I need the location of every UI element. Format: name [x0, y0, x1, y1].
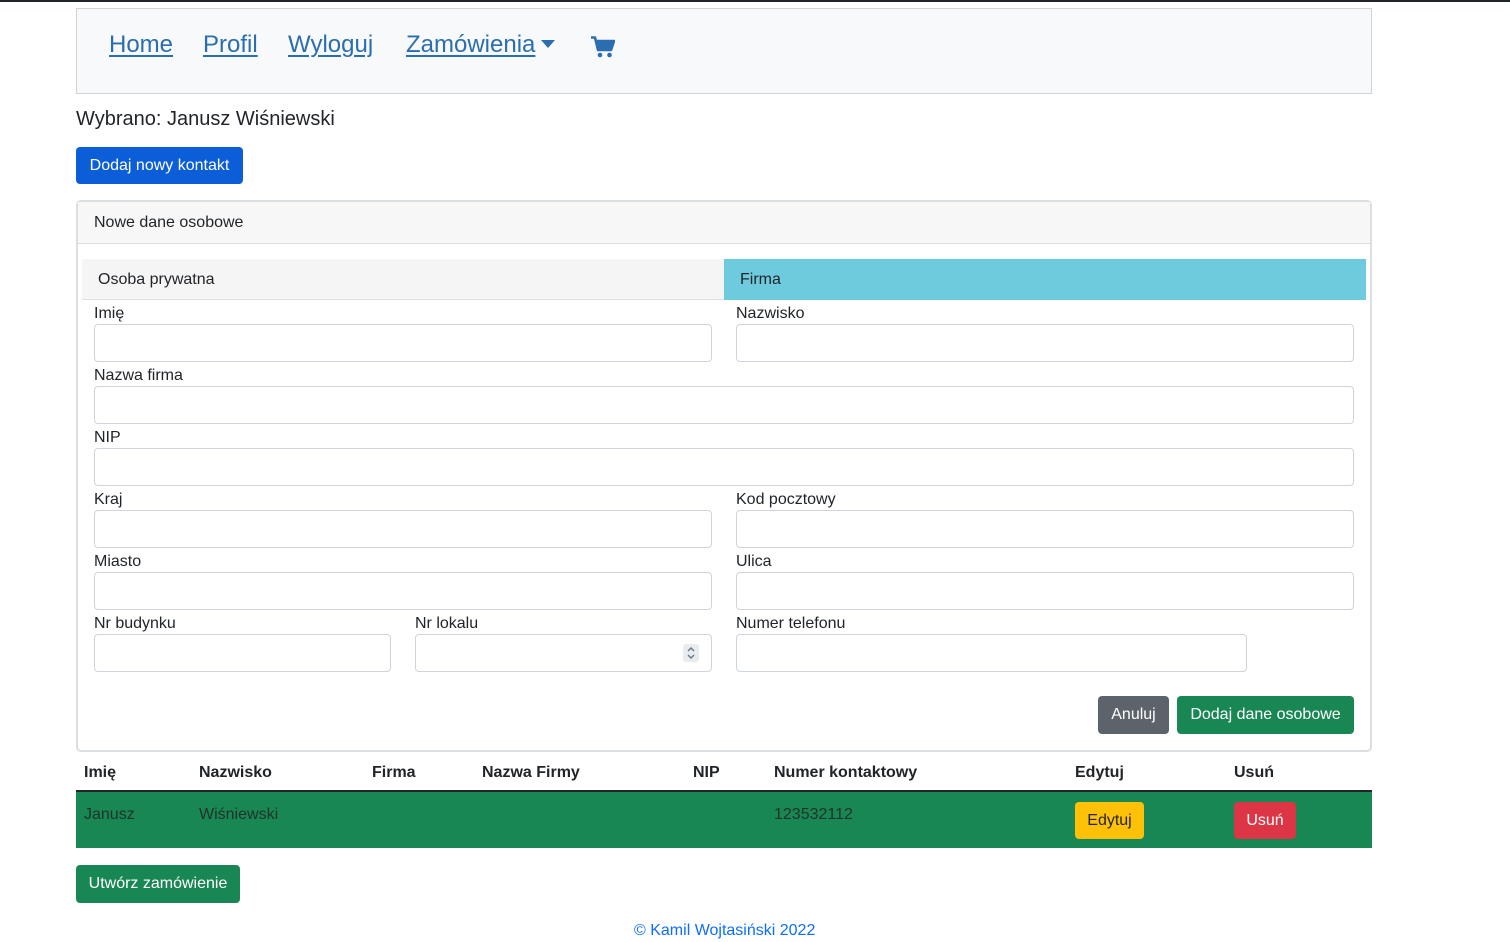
selected-contact-text: Wybrano: Janusz Wiśniewski — [76, 108, 335, 130]
apartment-number-input[interactable] — [415, 634, 712, 672]
edit-button[interactable]: Edytuj — [1075, 802, 1144, 839]
add-personal-data-button[interactable]: Dodaj dane osobowe — [1177, 696, 1354, 734]
caret-down-icon — [541, 40, 556, 48]
cell-phone: 123532112 — [774, 806, 853, 823]
city-input[interactable] — [94, 572, 712, 610]
column-header-company: Firma — [372, 764, 416, 781]
nav-logout-link[interactable]: Wyloguj — [288, 31, 373, 59]
nav-home-link[interactable]: Home — [109, 31, 173, 59]
personal-data-card: Nowe dane osobowe Osoba prywatna Firma I… — [76, 200, 1372, 752]
tab-company-label: Firma — [740, 271, 781, 288]
country-input[interactable] — [94, 510, 712, 548]
column-header-phone: Numer kontaktowy — [774, 764, 918, 781]
city-label: Miasto — [94, 553, 142, 570]
column-header-first-name: Imię — [84, 764, 117, 781]
nip-label: NIP — [94, 429, 121, 446]
card-title: Nowe dane osobowe — [94, 214, 244, 231]
street-input[interactable] — [736, 572, 1354, 610]
nav-orders-dropdown[interactable]: Zamówienia — [406, 31, 556, 59]
cell-last-name: Wiśniewski — [199, 806, 279, 823]
cancel-button[interactable]: Anuluj — [1098, 696, 1169, 734]
column-header-nip: NIP — [693, 764, 720, 781]
last-name-label: Nazwisko — [736, 305, 805, 322]
delete-button[interactable]: Usuń — [1234, 802, 1296, 839]
building-number-input[interactable] — [94, 634, 391, 672]
country-label: Kraj — [94, 491, 123, 508]
card-header: Nowe dane osobowe — [78, 202, 1370, 244]
table-header-row: Imię Nazwisko Firma Nazwa Firmy NIP Nume… — [76, 754, 1372, 792]
nav-profile-link[interactable]: Profil — [203, 31, 258, 59]
postal-code-label: Kod pocztowy — [736, 491, 836, 508]
tab-private-person[interactable]: Osoba prywatna — [82, 259, 724, 300]
column-header-company-name: Nazwa Firmy — [482, 764, 580, 781]
company-name-label: Nazwa firma — [94, 367, 183, 384]
footer-copyright: © Kamil Wojtasiński 2022 — [634, 922, 816, 939]
create-order-button[interactable]: Utwórz zamówienie — [76, 865, 240, 903]
column-header-last-name: Nazwisko — [199, 764, 272, 781]
last-name-input[interactable] — [736, 324, 1354, 362]
apartment-number-label: Nr lokalu — [415, 615, 479, 632]
company-name-input[interactable] — [94, 386, 1354, 424]
phone-input[interactable] — [736, 634, 1247, 672]
street-label: Ulica — [736, 553, 772, 570]
first-name-label: Imię — [94, 305, 125, 322]
postal-code-input[interactable] — [736, 510, 1354, 548]
navbar: Home Profil Wyloguj Zamówienia — [76, 8, 1372, 94]
nip-input[interactable] — [94, 448, 1354, 486]
building-number-label: Nr budynku — [94, 615, 176, 632]
phone-label: Numer telefonu — [736, 615, 846, 632]
tab-company[interactable]: Firma — [724, 259, 1366, 300]
cell-first-name: Janusz — [84, 806, 135, 823]
column-header-delete: Usuń — [1234, 764, 1274, 781]
first-name-input[interactable] — [94, 324, 712, 362]
shopping-cart-icon[interactable] — [591, 36, 616, 58]
nav-orders-label: Zamówienia — [406, 31, 536, 58]
table-row[interactable]: Janusz Wiśniewski 123532112 Edytuj Usuń — [76, 792, 1372, 848]
tab-private-label: Osoba prywatna — [98, 271, 215, 288]
add-contact-button[interactable]: Dodaj nowy kontakt — [76, 147, 243, 184]
column-header-edit: Edytuj — [1075, 764, 1124, 781]
number-spinner-icon[interactable] — [683, 644, 699, 662]
